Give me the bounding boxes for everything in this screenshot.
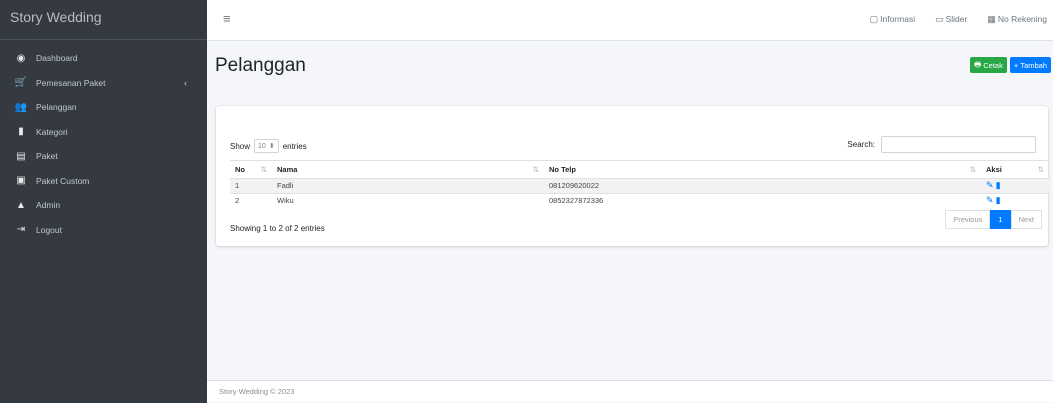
table-info: Showing 1 to 2 of 2 entries	[230, 224, 325, 233]
delete-icon[interactable]: ▮	[996, 180, 1001, 190]
col-no-label: No	[235, 165, 245, 174]
sidebar-item-label: Admin	[36, 200, 61, 211]
col-aksi-label: Aksi	[986, 165, 1002, 174]
cell-no: 2	[230, 192, 272, 208]
sort-icon: ⇅	[260, 165, 267, 174]
entries-length: Show 10 ⬍ entries	[230, 139, 307, 153]
table-search: Search:	[847, 136, 1036, 153]
slider-link[interactable]: ▭ Slider	[935, 14, 967, 25]
pelanggan-table: No ⇅ Nama ⇅ No Telp ⇅ Aksi ⇅ 1 Fadli 0812096…	[230, 160, 1049, 208]
show-label: Show	[230, 141, 251, 151]
sidebar-item-kategori[interactable]: ▮ Kategori	[0, 120, 207, 145]
data-card: Show 10 ⬍ entries Search: No ⇅ Nama ⇅ No Te…	[216, 106, 1049, 246]
image-icon: ▭	[935, 14, 944, 24]
no-rekening-link[interactable]: ▦ No Rekening	[987, 14, 1047, 25]
informasi-link[interactable]: ▢ Informasi	[870, 14, 915, 25]
top-navbar: ≡ ▢ Informasi ▭ Slider ▦ No Rekening	[207, 0, 1053, 41]
table-row: 2 Wiku 0852327872336 ✎ ▮	[230, 192, 1049, 208]
dashboard-icon: ◉	[16, 52, 26, 64]
header-actions: 🖶 Cetak + Tambah	[970, 57, 1051, 73]
sidebar: Story Wedding ◉ Dashboard 🛒 Pemesanan Pake…	[0, 0, 207, 403]
col-no-telp[interactable]: No Telp ⇅	[544, 160, 981, 179]
tambah-button[interactable]: + Tambah	[1009, 57, 1051, 73]
entries-value: 10	[258, 142, 266, 150]
sidebar-item-label: Logout	[36, 224, 62, 235]
cell-telp: 081209620022	[544, 178, 981, 193]
cell-aksi: ✎ ▮	[981, 178, 1049, 193]
card-icon: ▣	[16, 175, 26, 187]
cetak-button[interactable]: 🖶 Cetak	[970, 57, 1007, 73]
page-title: Pelanggan	[215, 55, 306, 76]
edit-icon[interactable]: ✎	[986, 195, 994, 205]
entries-label: entries	[282, 141, 307, 151]
sort-icon: ⇅	[532, 165, 539, 174]
top-links: ▢ Informasi ▭ Slider ▦ No Rekening	[870, 14, 1047, 25]
chevron-down-icon: ⬍	[268, 143, 275, 150]
sidebar-item-label: Pelanggan	[36, 102, 77, 113]
sidebar-item-dashboard[interactable]: ◉ Dashboard	[0, 46, 207, 71]
next-button[interactable]: Next	[1010, 210, 1042, 229]
sidebar-item-logout[interactable]: ⇥ Logout	[0, 218, 207, 243]
sort-icon: ⇅	[1037, 165, 1044, 174]
sort-icon: ⇅	[969, 165, 976, 174]
footer: Story Wedding © 2023	[207, 380, 1053, 402]
bank-icon: ▦	[987, 14, 996, 24]
page-1-button[interactable]: 1	[990, 210, 1011, 229]
previous-button[interactable]: Previous	[945, 210, 991, 229]
col-nama-label: Nama	[277, 165, 298, 174]
chevron-left-icon: ‹	[184, 77, 187, 88]
informasi-label: Informasi	[880, 14, 916, 24]
sidebar-item-label: Paket	[36, 151, 58, 162]
table-row: 1 Fadli 081209620022 ✎ ▮	[230, 178, 1049, 193]
no-rekening-label: No Rekening	[997, 14, 1047, 24]
sidebar-item-label: Pemesanan Paket	[36, 77, 106, 88]
sidebar-item-pemesanan-paket[interactable]: 🛒 Pemesanan Paket ‹	[0, 71, 207, 96]
tambah-label: Tambah	[1020, 60, 1047, 70]
col-aksi[interactable]: Aksi ⇅	[981, 160, 1049, 179]
sidebar-item-label: Kategori	[36, 126, 68, 137]
brand-logo[interactable]: Story Wedding	[0, 0, 207, 40]
menu-toggle-icon[interactable]: ≡	[223, 11, 231, 26]
sidebar-item-paket-custom[interactable]: ▣ Paket Custom	[0, 169, 207, 194]
cell-nama: Wiku	[272, 192, 544, 208]
delete-icon[interactable]: ▮	[996, 195, 1001, 205]
sidebar-item-label: Paket Custom	[36, 175, 90, 186]
slider-label: Slider	[945, 14, 968, 24]
sidebar-item-admin[interactable]: ▲ Admin	[0, 193, 207, 218]
sidebar-nav: ◉ Dashboard 🛒 Pemesanan Paket ‹ 👥 Pelanggan …	[0, 40, 207, 242]
file-icon: ▢	[869, 14, 879, 24]
sidebar-item-label: Dashboard	[36, 53, 78, 64]
cell-aksi: ✎ ▮	[981, 192, 1049, 208]
cell-no: 1	[230, 178, 272, 193]
entries-select[interactable]: 10 ⬍	[254, 139, 279, 153]
pagination: Previous 1 Next	[945, 210, 1042, 229]
logout-icon: ⇥	[16, 224, 26, 236]
edit-icon[interactable]: ✎	[986, 180, 994, 190]
box-icon: ▤	[16, 150, 26, 162]
col-no[interactable]: No ⇅	[230, 160, 272, 179]
cell-telp: 0852327872336	[544, 192, 981, 208]
search-input[interactable]	[881, 136, 1036, 153]
users-icon: 👥	[14, 101, 28, 113]
cetak-label: Cetak	[983, 60, 1003, 70]
col-nama[interactable]: Nama ⇅	[272, 160, 544, 179]
print-icon: 🖶	[974, 59, 984, 69]
search-label: Search:	[847, 140, 875, 149]
table-header-row: No ⇅ Nama ⇅ No Telp ⇅ Aksi ⇅	[230, 160, 1049, 179]
sidebar-item-pelanggan[interactable]: 👥 Pelanggan	[0, 95, 207, 120]
cart-icon: 🛒	[14, 77, 28, 89]
col-no-telp-label: No Telp	[549, 165, 576, 174]
user-icon: ▲	[16, 199, 26, 211]
book-icon: ▮	[18, 126, 24, 138]
sidebar-item-paket[interactable]: ▤ Paket	[0, 144, 207, 169]
cell-nama: Fadli	[272, 178, 544, 193]
